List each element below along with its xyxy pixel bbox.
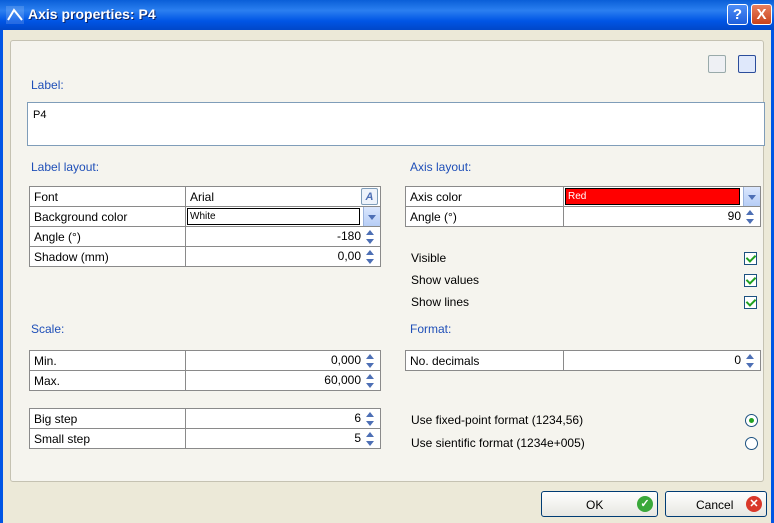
chevron-down-icon[interactable] [743,187,760,206]
spin-icon[interactable] [745,353,756,369]
ok-label: OK [586,498,604,512]
axis-layout-heading: Axis layout: [410,160,472,174]
max-value: 60,000 [324,372,361,387]
scale-steps-table: Big step 6 Small step 5 [29,408,381,449]
font-value: Arial [190,189,215,204]
small-step-stepper[interactable]: 5 [185,428,381,449]
spin-icon[interactable] [365,373,376,389]
big-step-stepper[interactable]: 6 [185,408,381,429]
axis-color-dropdown[interactable]: Red [563,186,761,207]
bg-color-dropdown[interactable]: White [185,206,381,227]
ok-button[interactable]: OK ✓ [541,491,658,517]
axis-color-value: Red [565,188,740,205]
scale-heading: Scale: [31,322,65,336]
label-heading: Label: [31,78,64,92]
scientific-format-radio[interactable] [745,437,758,450]
spin-icon[interactable] [365,249,376,265]
show-values-label: Show values [411,273,480,287]
cancel-button[interactable]: Cancel ✕ [665,491,767,517]
scale-min-max-table: Min. 0,000 Max. 60,000 [29,350,381,391]
help-button[interactable]: ? [727,4,748,25]
min-key: Min. [29,350,186,371]
fixed-format-radio[interactable] [745,414,758,427]
check-icon: ✓ [637,496,653,512]
show-values-checkbox[interactable] [744,274,757,287]
min-stepper[interactable]: 0,000 [185,350,381,371]
window-title: Axis properties: P4 [28,6,156,22]
label-input[interactable]: P4 [27,102,765,146]
small-step-key: Small step [29,428,186,449]
cancel-icon: ✕ [746,496,762,512]
print-icon[interactable] [708,55,726,73]
visible-checkbox[interactable] [744,252,757,265]
scientific-format-label: Use sientific format (1234e+005) [411,436,585,450]
show-lines-checkbox[interactable] [744,296,757,309]
shadow-value: 0,00 [337,248,361,263]
big-step-key: Big step [29,408,186,429]
chevron-down-icon[interactable] [363,207,380,226]
axis-layout-table: Axis color Red Angle (°) 90 [405,186,761,227]
axis-color-key: Axis color [405,186,564,207]
spin-icon[interactable] [365,229,376,245]
small-step-value: 5 [354,430,361,445]
format-table: No. decimals 0 [405,350,761,371]
shadow-key: Shadow (mm) [29,246,186,267]
chart-icon [6,6,24,24]
min-value: 0,000 [330,352,361,367]
spin-icon[interactable] [365,431,376,447]
font-picker-button[interactable]: A [361,188,378,205]
axis-angle-key: Angle (°) [405,206,564,227]
cancel-label: Cancel [696,498,734,512]
decimals-key: No. decimals [405,350,564,371]
title-bar: Axis properties: P4 ? X [0,0,774,30]
save-icon[interactable] [738,55,756,73]
bg-color-key: Background color [29,206,186,227]
axis-angle-value: 90 [727,208,741,223]
angle-value: -180 [336,228,361,243]
spin-icon[interactable] [365,353,376,369]
close-button[interactable]: X [751,4,772,25]
label-layout-table: Font Arial A Background color White Angl… [29,186,381,267]
max-key: Max. [29,370,186,391]
bg-color-value: White [187,208,360,225]
decimals-value: 0 [734,352,741,367]
visible-label: Visible [411,251,447,265]
show-lines-label: Show lines [411,295,470,309]
spin-icon[interactable] [365,411,376,427]
format-heading: Format: [410,322,452,336]
shadow-stepper[interactable]: 0,00 [185,246,381,267]
decimals-stepper[interactable]: 0 [563,350,761,371]
big-step-value: 6 [354,410,361,425]
angle-stepper[interactable]: -180 [185,226,381,247]
font-key: Font [29,186,186,207]
font-cell: Arial A [185,186,381,207]
max-stepper[interactable]: 60,000 [185,370,381,391]
axis-angle-stepper[interactable]: 90 [563,206,761,227]
fixed-format-label: Use fixed-point format (1234,56) [411,413,584,427]
spin-icon[interactable] [745,209,756,225]
angle-key: Angle (°) [29,226,186,247]
label-layout-heading: Label layout: [31,160,100,174]
